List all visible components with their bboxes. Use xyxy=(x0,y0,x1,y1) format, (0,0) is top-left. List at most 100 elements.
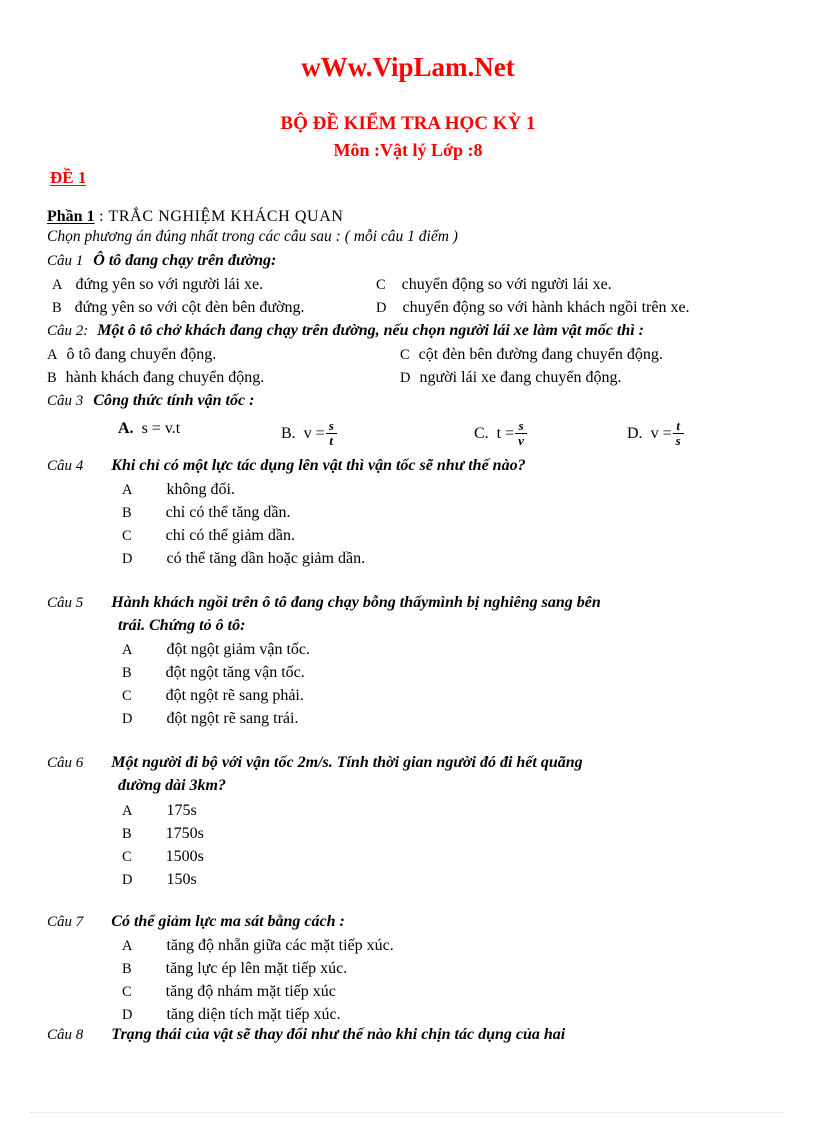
question-2: Câu 2: Một ô tô chở khách đang chạy trên… xyxy=(47,322,644,340)
question-3-text: Công thức tính vận tốc : xyxy=(93,392,255,409)
option-text: cột đèn bên đường đang chuyển động. xyxy=(418,346,663,363)
question-3-formula-b[interactable]: B. v = s t xyxy=(281,418,338,448)
question-1-text: Ô tô đang chạy trên đường: xyxy=(93,252,277,269)
option-letter: A xyxy=(47,347,58,363)
scan-artifact-line xyxy=(30,1112,786,1114)
option-text: tăng lực ép lên mặt tiếp xúc. xyxy=(165,960,348,977)
option-text: có thể tăng dần hoặc giảm dần. xyxy=(166,550,366,567)
option-text: tăng diện tích mặt tiếp xúc. xyxy=(166,1006,341,1023)
question-1-option-c[interactable]: C chuyển động so với người lái xe. xyxy=(376,276,612,294)
question-2-option-a[interactable]: A ô tô đang chuyển động. xyxy=(47,346,216,364)
formula-letter: A. xyxy=(118,420,134,437)
instruction-line: Chọn phương án đúng nhất trong các câu s… xyxy=(47,228,458,245)
fraction-denominator: t xyxy=(325,432,337,448)
option-letter: C xyxy=(376,277,386,293)
option-text: ô tô đang chuyển động. xyxy=(66,346,217,363)
question-4-text: Khi chỉ có một lực tác dụng lên vật thì … xyxy=(111,457,526,474)
question-4-option-c[interactable]: C chỉ có thể giảm dần. xyxy=(122,527,295,545)
question-4-option-d[interactable]: D có thể tăng dần hoặc giảm dần. xyxy=(122,550,365,568)
formula-expression: v = xyxy=(650,424,672,442)
option-text: không đổi. xyxy=(166,481,235,498)
question-7-option-a[interactable]: A tăng độ nhẵn giữa các mặt tiếp xúc. xyxy=(122,937,394,955)
question-1-option-a[interactable]: A đứng yên so với người lái xe. xyxy=(52,276,263,294)
question-5-option-d[interactable]: D đột ngột rẽ sang trái. xyxy=(122,710,298,728)
question-3-label: Câu 3 xyxy=(47,393,84,409)
option-letter: D xyxy=(122,711,133,727)
formula-expression: s = v.t xyxy=(141,420,181,437)
question-2-option-d[interactable]: D người lái xe đang chuyển động. xyxy=(400,369,621,387)
question-5-text-line-2: trái. Chứng tỏ ô tô: xyxy=(118,617,246,634)
option-text: đột ngột tăng vận tốc. xyxy=(165,664,305,681)
question-4: Câu 4 Khi chỉ có một lực tác dụng lên vậ… xyxy=(47,457,526,475)
option-letter: A xyxy=(122,938,133,954)
part-heading-value: : TRẮC NGHIỆM KHÁCH QUAN xyxy=(94,208,344,225)
option-text: tăng độ nhẵn giữa các mặt tiếp xúc. xyxy=(166,937,394,954)
question-2-option-b[interactable]: B hành khách đang chuyển động. xyxy=(47,369,264,387)
option-letter: B xyxy=(122,505,132,521)
question-8-text: Trạng thái của vật sẽ thay đổi như thế n… xyxy=(111,1026,566,1043)
question-8: Câu 8 Trạng thái của vật sẽ thay đổi như… xyxy=(47,1026,565,1044)
question-7-option-d[interactable]: D tăng diện tích mặt tiếp xúc. xyxy=(122,1006,341,1024)
question-3-formula-c[interactable]: C. t = s v xyxy=(474,419,528,448)
option-text: chỉ có thể tăng dần. xyxy=(165,504,291,521)
option-letter: C xyxy=(122,528,132,544)
question-6-option-c[interactable]: C 1500s xyxy=(122,848,204,866)
option-text: đột ngột giảm vận tốc. xyxy=(166,641,311,658)
site-watermark-title: wWw.VipLam.Net xyxy=(301,52,515,82)
option-text: 150s xyxy=(166,871,197,888)
question-4-option-a[interactable]: A không đổi. xyxy=(122,481,235,499)
option-letter: B xyxy=(122,826,132,842)
question-5-option-b[interactable]: B đột ngột tăng vận tốc. xyxy=(122,664,305,682)
fraction-denominator: v xyxy=(515,432,527,448)
question-6-option-b[interactable]: B 1750s xyxy=(122,825,204,843)
question-7-text: Có thể giảm lực ma sát bằng cách : xyxy=(111,913,345,930)
question-1-option-b[interactable]: B đứng yên so với cột đèn bên đường. xyxy=(52,299,304,317)
option-letter: D xyxy=(122,872,133,888)
fraction-numerator: s xyxy=(518,418,524,433)
option-letter: B xyxy=(47,370,57,386)
question-4-option-b[interactable]: B chỉ có thể tăng dần. xyxy=(122,504,291,522)
option-letter: D xyxy=(122,551,133,567)
fraction-numerator: s xyxy=(328,418,334,433)
option-letter: A xyxy=(122,642,133,658)
question-4-label: Câu 4 xyxy=(47,458,84,474)
option-text: đột ngột rẽ sang phải. xyxy=(165,687,304,704)
question-1-option-d[interactable]: D chuyển động so với hành khách ngồi trê… xyxy=(376,299,690,317)
question-3-formula-d[interactable]: D. v = t s xyxy=(627,418,685,448)
question-3: Câu 3 Công thức tính vận tốc : xyxy=(47,392,254,410)
option-text: người lái xe đang chuyển động. xyxy=(419,369,622,386)
exam-subject-line: Môn :Vật lý Lớp :8 xyxy=(333,140,483,160)
question-5: Câu 5 Hành khách ngồi trên ô tô đang chạ… xyxy=(47,594,601,612)
option-letter: D xyxy=(122,1007,133,1023)
question-6-text-line-1: Một người đi bộ với vận tốc 2m/s. Tính t… xyxy=(111,754,583,771)
question-1-label: Câu 1 xyxy=(47,253,84,269)
question-6-option-d[interactable]: D 150s xyxy=(122,871,197,889)
fraction-numerator: t xyxy=(676,418,680,433)
question-6-label: Câu 6 xyxy=(47,755,84,771)
option-text: 1750s xyxy=(165,825,204,842)
question-3-formula-a[interactable]: A. s = v.t xyxy=(118,420,180,438)
question-7: Câu 7 Có thể giảm lực ma sát bằng cách : xyxy=(47,913,345,931)
option-letter: D xyxy=(376,300,387,316)
document-page: wWw.VipLam.Net BỘ ĐỀ KIỂM TRA HỌC KỲ 1 M… xyxy=(0,0,816,1123)
option-letter: A xyxy=(122,803,133,819)
question-7-option-b[interactable]: B tăng lực ép lên mặt tiếp xúc. xyxy=(122,960,347,978)
option-letter: B xyxy=(122,961,132,977)
question-5-label: Câu 5 xyxy=(47,595,84,611)
question-6-option-a[interactable]: A 175s xyxy=(122,802,197,820)
fraction-t-over-s: ts xyxy=(672,418,684,447)
option-letter: C xyxy=(400,347,410,363)
question-1: Câu 1 Ô tô đang chạy trên đường: xyxy=(47,252,276,270)
option-text: 175s xyxy=(166,802,197,819)
part-heading-key: Phần 1 xyxy=(47,208,95,225)
question-5-option-a[interactable]: A đột ngột giảm vận tốc. xyxy=(122,641,310,659)
option-letter: C xyxy=(122,984,132,1000)
question-5-option-c[interactable]: C đột ngột rẽ sang phải. xyxy=(122,687,304,705)
question-2-option-c[interactable]: C cột đèn bên đường đang chuyển động. xyxy=(400,346,663,364)
option-text: chuyển động so với hành khách ngồi trên … xyxy=(402,299,690,316)
fraction-s-over-v: sv xyxy=(515,419,527,447)
formula-expression: v = xyxy=(303,424,325,442)
option-letter: C xyxy=(122,688,132,704)
question-2-text: Một ô tô chở khách đang chạy trên đường,… xyxy=(97,322,644,339)
question-7-option-c[interactable]: C tăng độ nhám mặt tiếp xúc xyxy=(122,983,336,1001)
